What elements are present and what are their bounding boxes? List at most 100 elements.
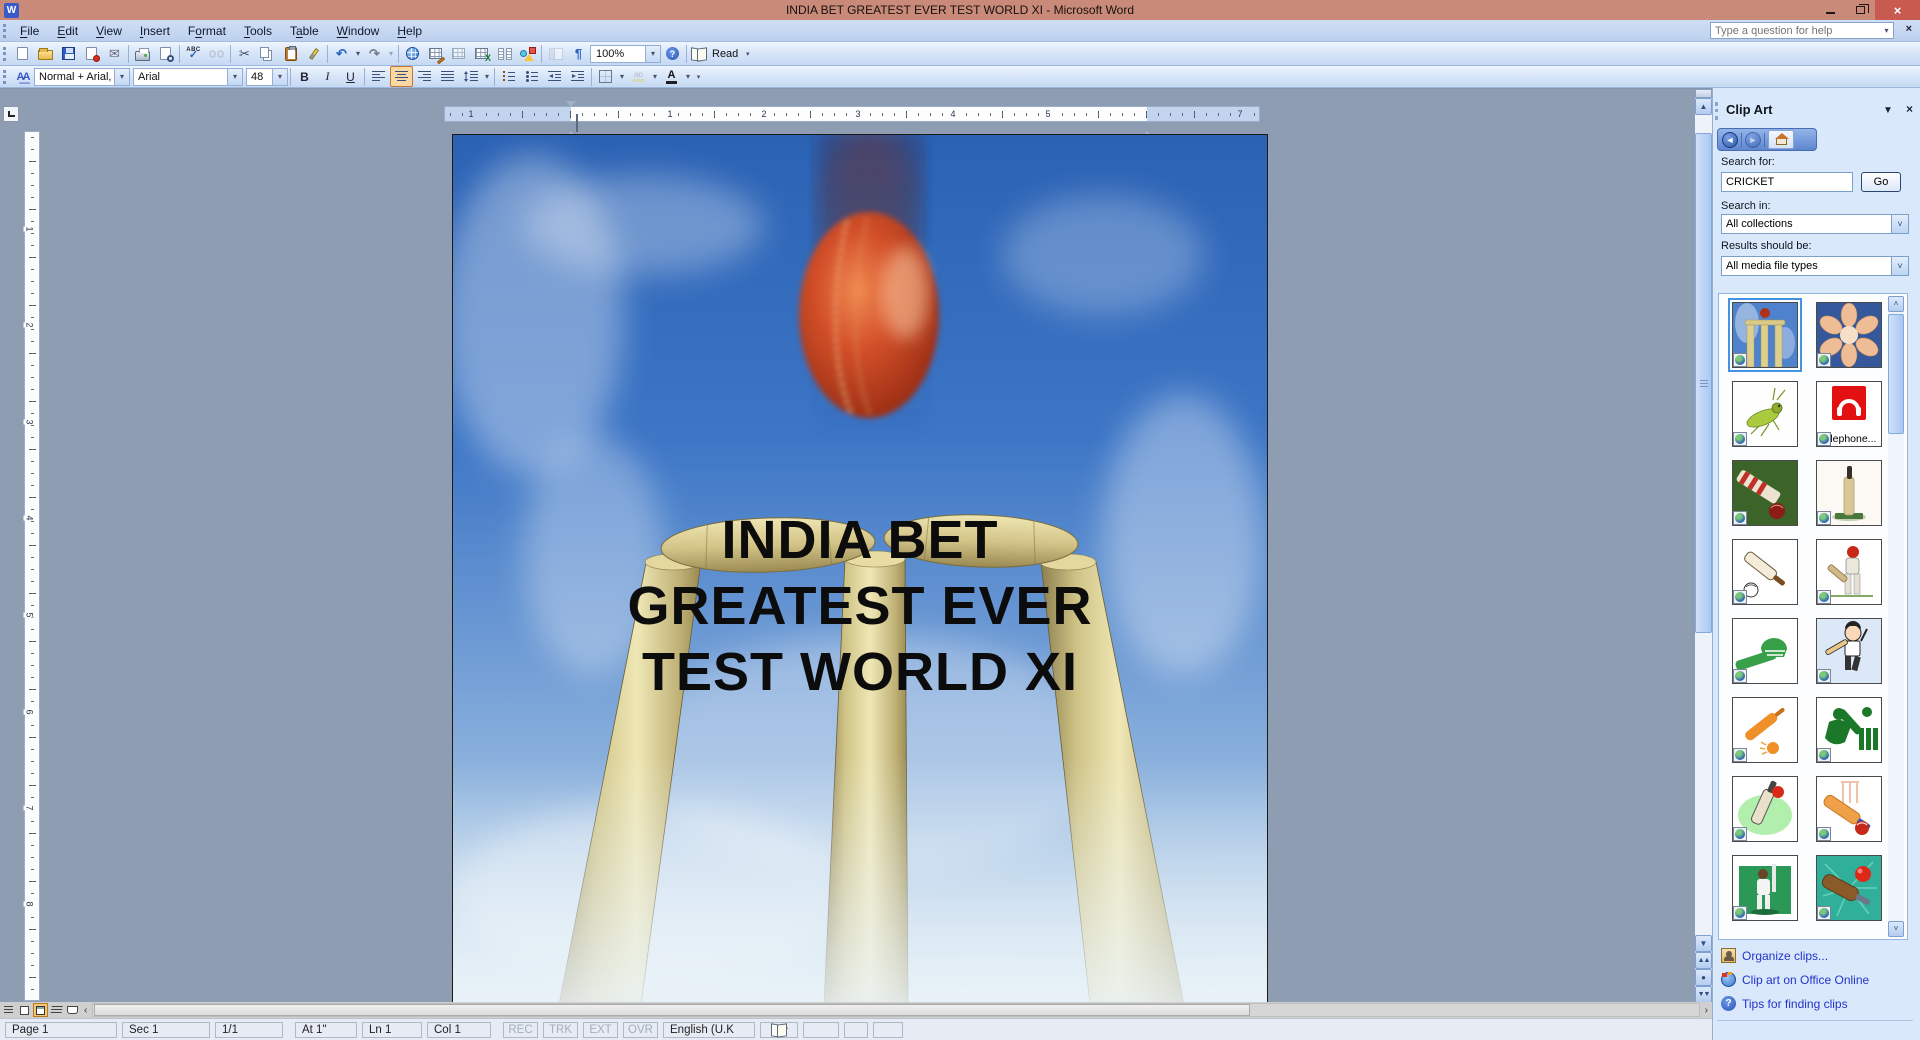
chevron-down-icon[interactable]: ▾ bbox=[1880, 26, 1893, 35]
menu-item-edit[interactable]: Edit bbox=[48, 22, 87, 40]
horizontal-scroll-track[interactable] bbox=[92, 1003, 1699, 1017]
vertical-scroll-thumb[interactable] bbox=[1695, 133, 1712, 633]
bold-button[interactable]: B bbox=[293, 66, 316, 87]
font-color-button[interactable]: A bbox=[660, 66, 683, 87]
pane-menu-icon[interactable]: ▼ bbox=[1883, 105, 1893, 116]
document-title-text[interactable]: INDIA BET GREATEST EVER TEST WORLD XI bbox=[453, 507, 1267, 705]
help-search-box[interactable]: ▾ bbox=[1710, 22, 1894, 39]
previous-page-button[interactable]: ▲▲ bbox=[1695, 952, 1712, 969]
restore-button[interactable] bbox=[1845, 0, 1875, 20]
menu-item-format[interactable]: Format bbox=[179, 22, 235, 40]
organize-clips-link[interactable]: Organize clips... bbox=[1721, 948, 1828, 963]
clipart-thumbnail-stumps[interactable] bbox=[1732, 302, 1798, 368]
toolbar-options-button[interactable]: ▾ bbox=[693, 66, 704, 87]
help-button[interactable]: ? bbox=[661, 43, 684, 64]
scroll-left-icon[interactable]: ‹ bbox=[80, 1005, 91, 1016]
clipart-thumbnail-cartoon-boy[interactable] bbox=[1816, 618, 1882, 684]
clipart-thumbnail-grasshopper[interactable] bbox=[1732, 381, 1798, 447]
toolbar-options-button[interactable]: ▾ bbox=[742, 43, 753, 64]
clipart-thumbnail-bat-grass[interactable] bbox=[1732, 460, 1798, 526]
underline-button[interactable]: U bbox=[339, 66, 362, 87]
spelling-status-icon[interactable]: ✗ bbox=[760, 1022, 798, 1038]
save-button[interactable] bbox=[57, 43, 80, 64]
insert-hyperlink-button[interactable] bbox=[401, 43, 424, 64]
results-scrollbar[interactable]: ˄ ˅ bbox=[1888, 296, 1904, 937]
help-input[interactable] bbox=[1711, 25, 1880, 37]
new-document-button[interactable] bbox=[11, 43, 34, 64]
search-input[interactable]: CRICKET bbox=[1721, 172, 1853, 192]
menu-item-file[interactable]: File bbox=[11, 22, 48, 40]
line-spacing-dropdown-icon[interactable]: ▾ bbox=[482, 72, 492, 81]
read-mode-icon[interactable] bbox=[689, 43, 709, 64]
permission-button[interactable] bbox=[80, 43, 103, 64]
drawing-button[interactable] bbox=[516, 43, 539, 64]
bullets-button[interactable] bbox=[520, 66, 543, 87]
select-browse-object-button[interactable]: ● bbox=[1695, 969, 1712, 986]
font-size-combobox[interactable]: 48▾ bbox=[246, 68, 288, 86]
media-types-dropdown[interactable]: All media file types˅ bbox=[1721, 256, 1909, 276]
show-hide-paragraph-button[interactable]: ¶ bbox=[567, 43, 590, 64]
read-mode-label[interactable]: Read bbox=[712, 48, 738, 60]
minimize-button[interactable] bbox=[1815, 0, 1845, 20]
menu-item-help[interactable]: Help bbox=[388, 22, 431, 40]
status-rec[interactable]: REC bbox=[503, 1022, 538, 1038]
align-left-button[interactable] bbox=[367, 66, 390, 87]
clipart-thumbnail-bat-standing[interactable] bbox=[1816, 460, 1882, 526]
columns-button[interactable] bbox=[493, 43, 516, 64]
outside-border-button[interactable] bbox=[594, 66, 617, 87]
menu-item-insert[interactable]: Insert bbox=[131, 22, 179, 40]
menu-item-table[interactable]: Table bbox=[281, 22, 328, 40]
results-scroll-down-icon[interactable]: ˅ bbox=[1888, 921, 1904, 937]
paste-button[interactable] bbox=[279, 43, 302, 64]
format-painter-button[interactable] bbox=[302, 43, 325, 64]
clipart-thumbnail-bat-red-ball[interactable] bbox=[1732, 776, 1798, 842]
print-preview-button[interactable] bbox=[154, 43, 177, 64]
reading-layout-view-button[interactable] bbox=[65, 1003, 80, 1017]
zoom-dropdown-icon[interactable]: ▾ bbox=[646, 45, 661, 63]
tips-link[interactable]: ?Tips for finding clips bbox=[1721, 996, 1848, 1011]
clipart-thumbnail-batsman[interactable] bbox=[1816, 539, 1882, 605]
email-button[interactable]: ✉ bbox=[103, 43, 126, 64]
redo-dropdown-icon[interactable]: ▾ bbox=[386, 49, 396, 58]
vertical-scrollbar[interactable]: ▲ ▼ ▲▲ ● ▼▼ bbox=[1695, 89, 1712, 1002]
results-scroll-thumb[interactable] bbox=[1888, 314, 1904, 434]
redo-button[interactable]: ↷ bbox=[363, 43, 386, 64]
font-combobox[interactable]: Arial▾ bbox=[133, 68, 243, 86]
menu-item-view[interactable]: View bbox=[87, 22, 131, 40]
align-right-button[interactable] bbox=[413, 66, 436, 87]
clipart-thumbnail-bat-ball[interactable] bbox=[1732, 539, 1798, 605]
insert-table-button[interactable] bbox=[447, 43, 470, 64]
home-icon[interactable] bbox=[1768, 130, 1794, 149]
numbering-button[interactable] bbox=[497, 66, 520, 87]
status-ext[interactable]: EXT bbox=[583, 1022, 618, 1038]
print-layout-view-button[interactable] bbox=[33, 1003, 48, 1017]
split-handle[interactable] bbox=[1695, 89, 1712, 98]
scroll-down-button[interactable]: ▼ bbox=[1695, 935, 1712, 952]
clipart-thumbnail-batsman-whites[interactable] bbox=[1732, 855, 1798, 921]
results-scroll-up-icon[interactable]: ˄ bbox=[1888, 296, 1904, 312]
web-layout-view-button[interactable] bbox=[17, 1003, 32, 1017]
scroll-right-icon[interactable]: › bbox=[1701, 1005, 1712, 1016]
normal-view-button[interactable] bbox=[1, 1003, 16, 1017]
clipart-thumbnail-green-helmet[interactable] bbox=[1732, 618, 1798, 684]
clipart-thumbnail-green-batsman[interactable] bbox=[1816, 697, 1882, 763]
font-color-dropdown-icon[interactable]: ▾ bbox=[683, 72, 693, 81]
hanging-indent-marker[interactable] bbox=[566, 114, 578, 132]
document-map-button[interactable] bbox=[544, 43, 567, 64]
search-in-dropdown[interactable]: All collections˅ bbox=[1721, 214, 1909, 234]
copy-button[interactable] bbox=[256, 43, 279, 64]
insert-excel-worksheet-button[interactable]: X bbox=[470, 43, 493, 64]
style-combobox[interactable]: Normal + Arial, 4▾ bbox=[34, 68, 130, 86]
document-page[interactable]: INDIA BET GREATEST EVER TEST WORLD XI bbox=[452, 134, 1268, 1002]
tab-selector[interactable] bbox=[3, 106, 19, 122]
menubar-close-icon[interactable]: × bbox=[1906, 23, 1912, 35]
clipart-thumbnail-orange-bat[interactable] bbox=[1732, 697, 1798, 763]
center-button[interactable] bbox=[390, 66, 413, 87]
back-icon[interactable]: ◄ bbox=[1722, 132, 1738, 148]
undo-dropdown-icon[interactable]: ▾ bbox=[353, 49, 363, 58]
undo-button[interactable]: ↶ bbox=[330, 43, 353, 64]
print-button[interactable] bbox=[131, 43, 154, 64]
increase-indent-button[interactable] bbox=[566, 66, 589, 87]
next-page-button[interactable]: ▼▼ bbox=[1695, 986, 1712, 1002]
close-button[interactable]: × bbox=[1875, 0, 1920, 20]
